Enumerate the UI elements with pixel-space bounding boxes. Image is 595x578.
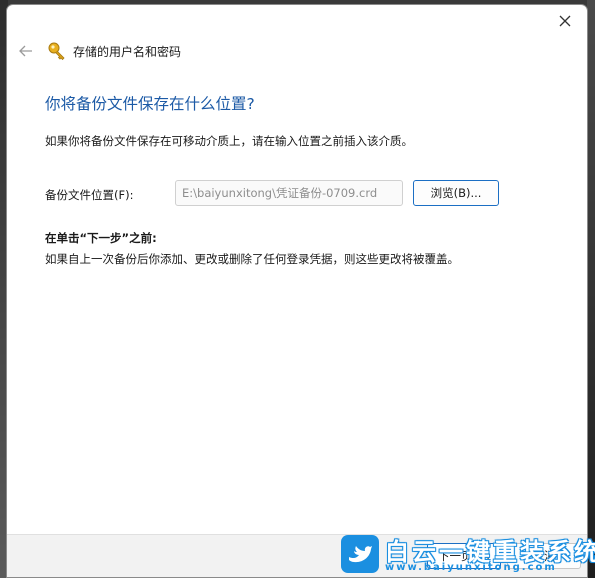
backup-location-label: 备份文件位置(F): xyxy=(45,188,134,202)
browse-button[interactable]: 浏览(B)... xyxy=(413,180,499,206)
watermark: 白云一键重装系统 www.baiyunxitong.com xyxy=(341,534,595,576)
bird-icon xyxy=(349,546,372,563)
window-title: 存储的用户名和密码 xyxy=(73,44,182,59)
background-right xyxy=(587,0,595,578)
before-next-title: 在单击“下一步”之前: xyxy=(45,231,157,245)
back-arrow-icon xyxy=(19,45,32,57)
key-icon xyxy=(48,42,65,61)
watermark-logo xyxy=(341,535,379,573)
before-next-description: 如果自上一次备份后你添加、更改或删除了任何登录凭据，则这些更改将被覆盖。 xyxy=(45,252,459,266)
page-heading: 你将备份文件保存在什么位置? xyxy=(45,95,255,113)
close-icon xyxy=(559,15,571,27)
nav-row: 存储的用户名和密码 xyxy=(15,39,181,63)
backup-location-field[interactable]: E:\baiyunxitong\凭证备份-0709.crd xyxy=(175,180,403,206)
page-description: 如果你将备份文件保存在可移动介质上，请在输入位置之前插入该介质。 xyxy=(45,134,413,148)
credential-backup-dialog: 存储的用户名和密码 你将备份文件保存在什么位置? 如果你将备份文件保存在可移动介… xyxy=(6,4,588,578)
watermark-url: www.baiyunxitong.com xyxy=(385,562,557,573)
back-button[interactable] xyxy=(15,40,37,62)
close-button[interactable] xyxy=(545,7,585,35)
